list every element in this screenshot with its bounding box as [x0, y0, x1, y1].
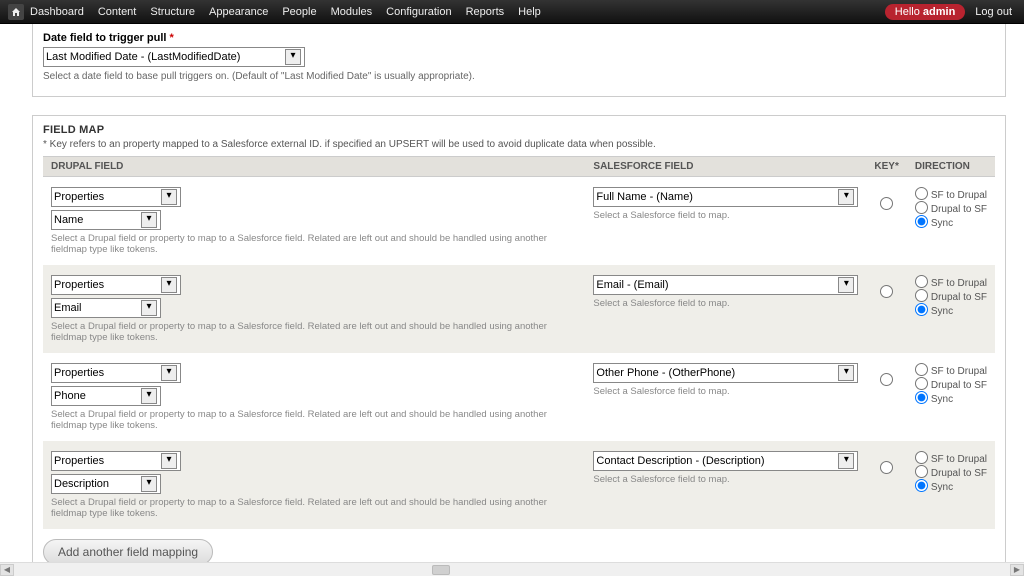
col-key: KEY*	[866, 157, 906, 177]
fieldmap-title: FIELD MAP	[43, 124, 995, 136]
table-row: Properties Description Select a Drupal fie…	[43, 441, 995, 529]
dir-drupal[interactable]: Drupal to SF	[915, 377, 987, 391]
fieldmap-note: * Key refers to an property mapped to a …	[43, 139, 995, 150]
drupal-hint: Select a Drupal field or property to map…	[51, 321, 577, 343]
sf-field-select[interactable]: Email - (Email)	[593, 275, 858, 295]
horizontal-scrollbar[interactable]: ◀ ▶	[0, 562, 1024, 576]
sf-field-select[interactable]: Contact Description - (Description)	[593, 451, 858, 471]
date-field-select[interactable]: Last Modified Date - (LastModifiedDate)	[43, 47, 305, 67]
key-radio[interactable]	[880, 197, 893, 210]
topbar-item-structure[interactable]: Structure	[150, 6, 195, 18]
sf-hint: Select a Salesforce field to map.	[593, 386, 858, 397]
add-mapping-button[interactable]: Add another field mapping	[43, 539, 213, 564]
dir-drupal[interactable]: Drupal to SF	[915, 201, 987, 215]
table-row: Properties Phone Select a Drupal field or …	[43, 353, 995, 441]
scroll-right-arrow[interactable]: ▶	[1010, 564, 1024, 576]
drupal-field-select[interactable]: Description	[51, 474, 161, 494]
dir-sf[interactable]: SF to Drupal	[915, 451, 987, 465]
home-icon[interactable]	[8, 4, 24, 20]
topbar-menu: Dashboard Content Structure Appearance Peopl…	[30, 6, 541, 18]
sf-hint: Select a Salesforce field to map.	[593, 474, 858, 485]
drupal-type-select[interactable]: Properties	[51, 275, 181, 295]
sf-field-select[interactable]: Other Phone - (OtherPhone)	[593, 363, 858, 383]
topbar-item-reports[interactable]: Reports	[466, 6, 505, 18]
pull-date-section: Date field to trigger pull * Last Modifi…	[32, 24, 1006, 97]
key-radio[interactable]	[880, 461, 893, 474]
col-drupal: DRUPAL FIELD	[43, 157, 585, 177]
table-row: Properties Email Select a Drupal field or …	[43, 265, 995, 353]
dir-sf[interactable]: SF to Drupal	[915, 187, 987, 201]
hello-badge: Hello admin	[885, 4, 966, 20]
logout-link[interactable]: Log out	[975, 6, 1012, 18]
drupal-hint: Select a Drupal field or property to map…	[51, 497, 577, 519]
drupal-field-select[interactable]: Phone	[51, 386, 161, 406]
drupal-field-select[interactable]: Name	[51, 210, 161, 230]
dir-sf[interactable]: SF to Drupal	[915, 363, 987, 377]
drupal-type-select[interactable]: Properties	[51, 187, 181, 207]
col-dir: DIRECTION	[907, 157, 995, 177]
fieldmap-table: DRUPAL FIELD SALESFORCE FIELD KEY* DIREC…	[43, 156, 995, 529]
admin-topbar: Dashboard Content Structure Appearance Peopl…	[0, 0, 1024, 24]
col-sf: SALESFORCE FIELD	[585, 157, 866, 177]
topbar-item-help[interactable]: Help	[518, 6, 541, 18]
key-radio[interactable]	[880, 373, 893, 386]
drupal-hint: Select a Drupal field or property to map…	[51, 233, 577, 255]
dir-sync[interactable]: Sync	[915, 479, 987, 493]
scroll-thumb[interactable]	[432, 565, 450, 575]
dir-sf[interactable]: SF to Drupal	[915, 275, 987, 289]
sf-hint: Select a Salesforce field to map.	[593, 298, 858, 309]
drupal-type-select[interactable]: Properties	[51, 363, 181, 383]
topbar-item-people[interactable]: People	[282, 6, 316, 18]
topbar-item-appearance[interactable]: Appearance	[209, 6, 268, 18]
scroll-left-arrow[interactable]: ◀	[0, 564, 14, 576]
dir-drupal[interactable]: Drupal to SF	[915, 465, 987, 479]
sf-field-select[interactable]: Full Name - (Name)	[593, 187, 858, 207]
topbar-item-content[interactable]: Content	[98, 6, 137, 18]
drupal-field-select[interactable]: Email	[51, 298, 161, 318]
dir-drupal[interactable]: Drupal to SF	[915, 289, 987, 303]
page-scroll[interactable]: Date field to trigger pull * Last Modifi…	[0, 24, 1024, 564]
topbar-item-configuration[interactable]: Configuration	[386, 6, 451, 18]
dir-sync[interactable]: Sync	[915, 215, 987, 229]
topbar-item-modules[interactable]: Modules	[331, 6, 373, 18]
scroll-track[interactable]	[14, 564, 1010, 576]
date-field-desc: Select a date field to base pull trigger…	[43, 71, 995, 82]
drupal-hint: Select a Drupal field or property to map…	[51, 409, 577, 431]
sf-hint: Select a Salesforce field to map.	[593, 210, 858, 221]
dir-sync[interactable]: Sync	[915, 303, 987, 317]
table-row: Properties Name Select a Drupal field or p…	[43, 177, 995, 266]
topbar-item-dashboard[interactable]: Dashboard	[30, 6, 84, 18]
drupal-type-select[interactable]: Properties	[51, 451, 181, 471]
fieldmap-section: FIELD MAP * Key refers to an property ma…	[32, 115, 1006, 564]
key-radio[interactable]	[880, 285, 893, 298]
date-field-label: Date field to trigger pull *	[43, 32, 995, 44]
dir-sync[interactable]: Sync	[915, 391, 987, 405]
